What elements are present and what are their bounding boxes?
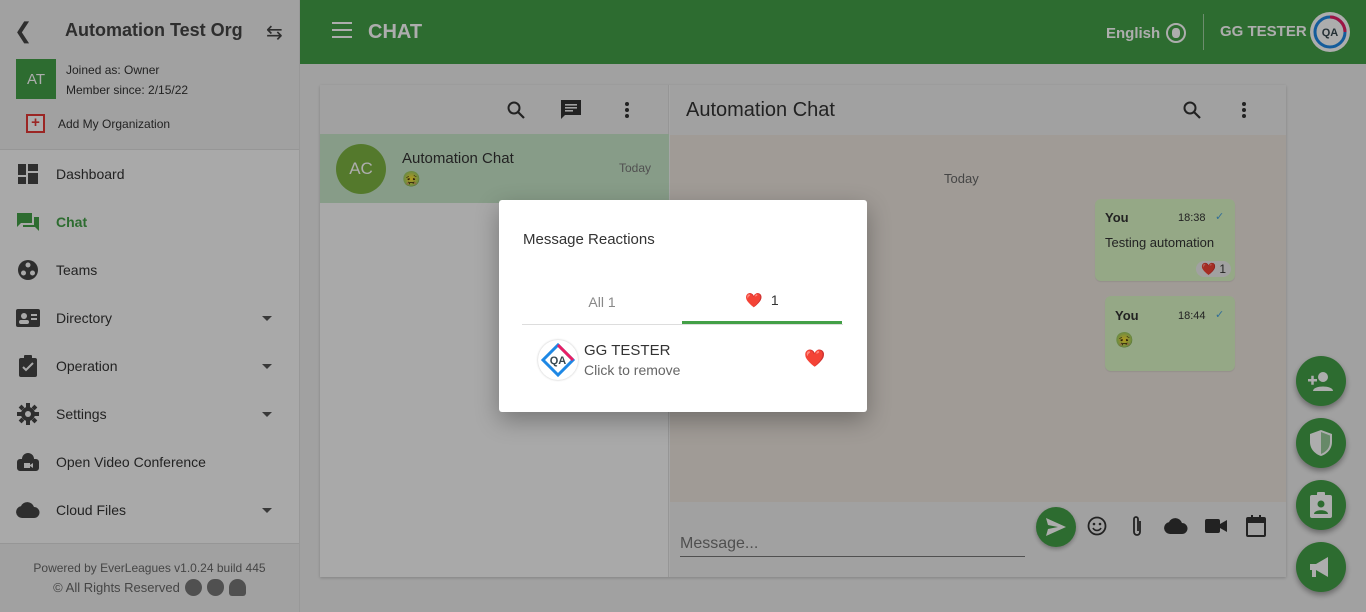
tab-all[interactable]: All 1 <box>522 279 682 324</box>
message-reactions-dialog: Message Reactions All 1 ❤️ 1 QA GG TESTE… <box>499 200 867 412</box>
reactor-avatar: QA <box>538 340 578 380</box>
heart-emoji: ❤️ <box>804 349 826 368</box>
reactor-avatar-text: QA <box>550 355 567 367</box>
reaction-tabs: All 1 ❤️ 1 <box>522 279 843 325</box>
tab-heart-count: 1 <box>770 292 779 308</box>
tab-heart[interactable]: ❤️ 1 <box>682 279 842 324</box>
reactor-name: GG TESTER <box>584 342 671 359</box>
reactor-hint: Click to remove <box>584 362 681 378</box>
reactor-row[interactable]: QA GG TESTER Click to remove ❤️ <box>522 330 843 390</box>
dialog-title: Message Reactions <box>523 231 655 248</box>
heart-emoji: ❤️ <box>745 291 763 308</box>
